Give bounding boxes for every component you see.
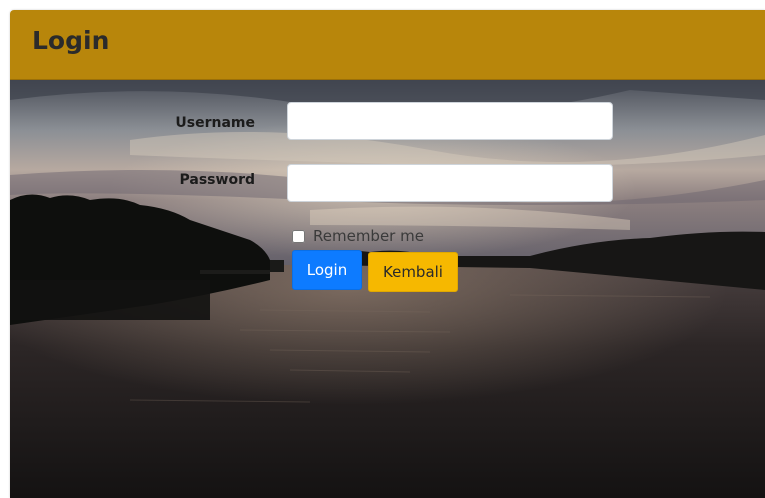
remember-me-checkbox[interactable] xyxy=(292,229,305,243)
password-label: Password xyxy=(179,172,255,188)
card-header: Login xyxy=(10,10,765,80)
page-title: Login xyxy=(32,26,110,55)
remember-me-label: Remember me xyxy=(313,227,424,245)
login-button[interactable]: Login xyxy=(292,250,362,290)
password-input[interactable] xyxy=(287,164,613,202)
username-input[interactable] xyxy=(287,102,613,140)
back-button[interactable]: Kembali xyxy=(368,252,458,292)
username-label: Username xyxy=(175,115,255,131)
card-body: Username Password Remember me Login Kemb… xyxy=(10,80,765,498)
remember-me-row: Remember me xyxy=(292,226,424,246)
login-card: Login Username Password Remember me Logi… xyxy=(10,10,765,498)
